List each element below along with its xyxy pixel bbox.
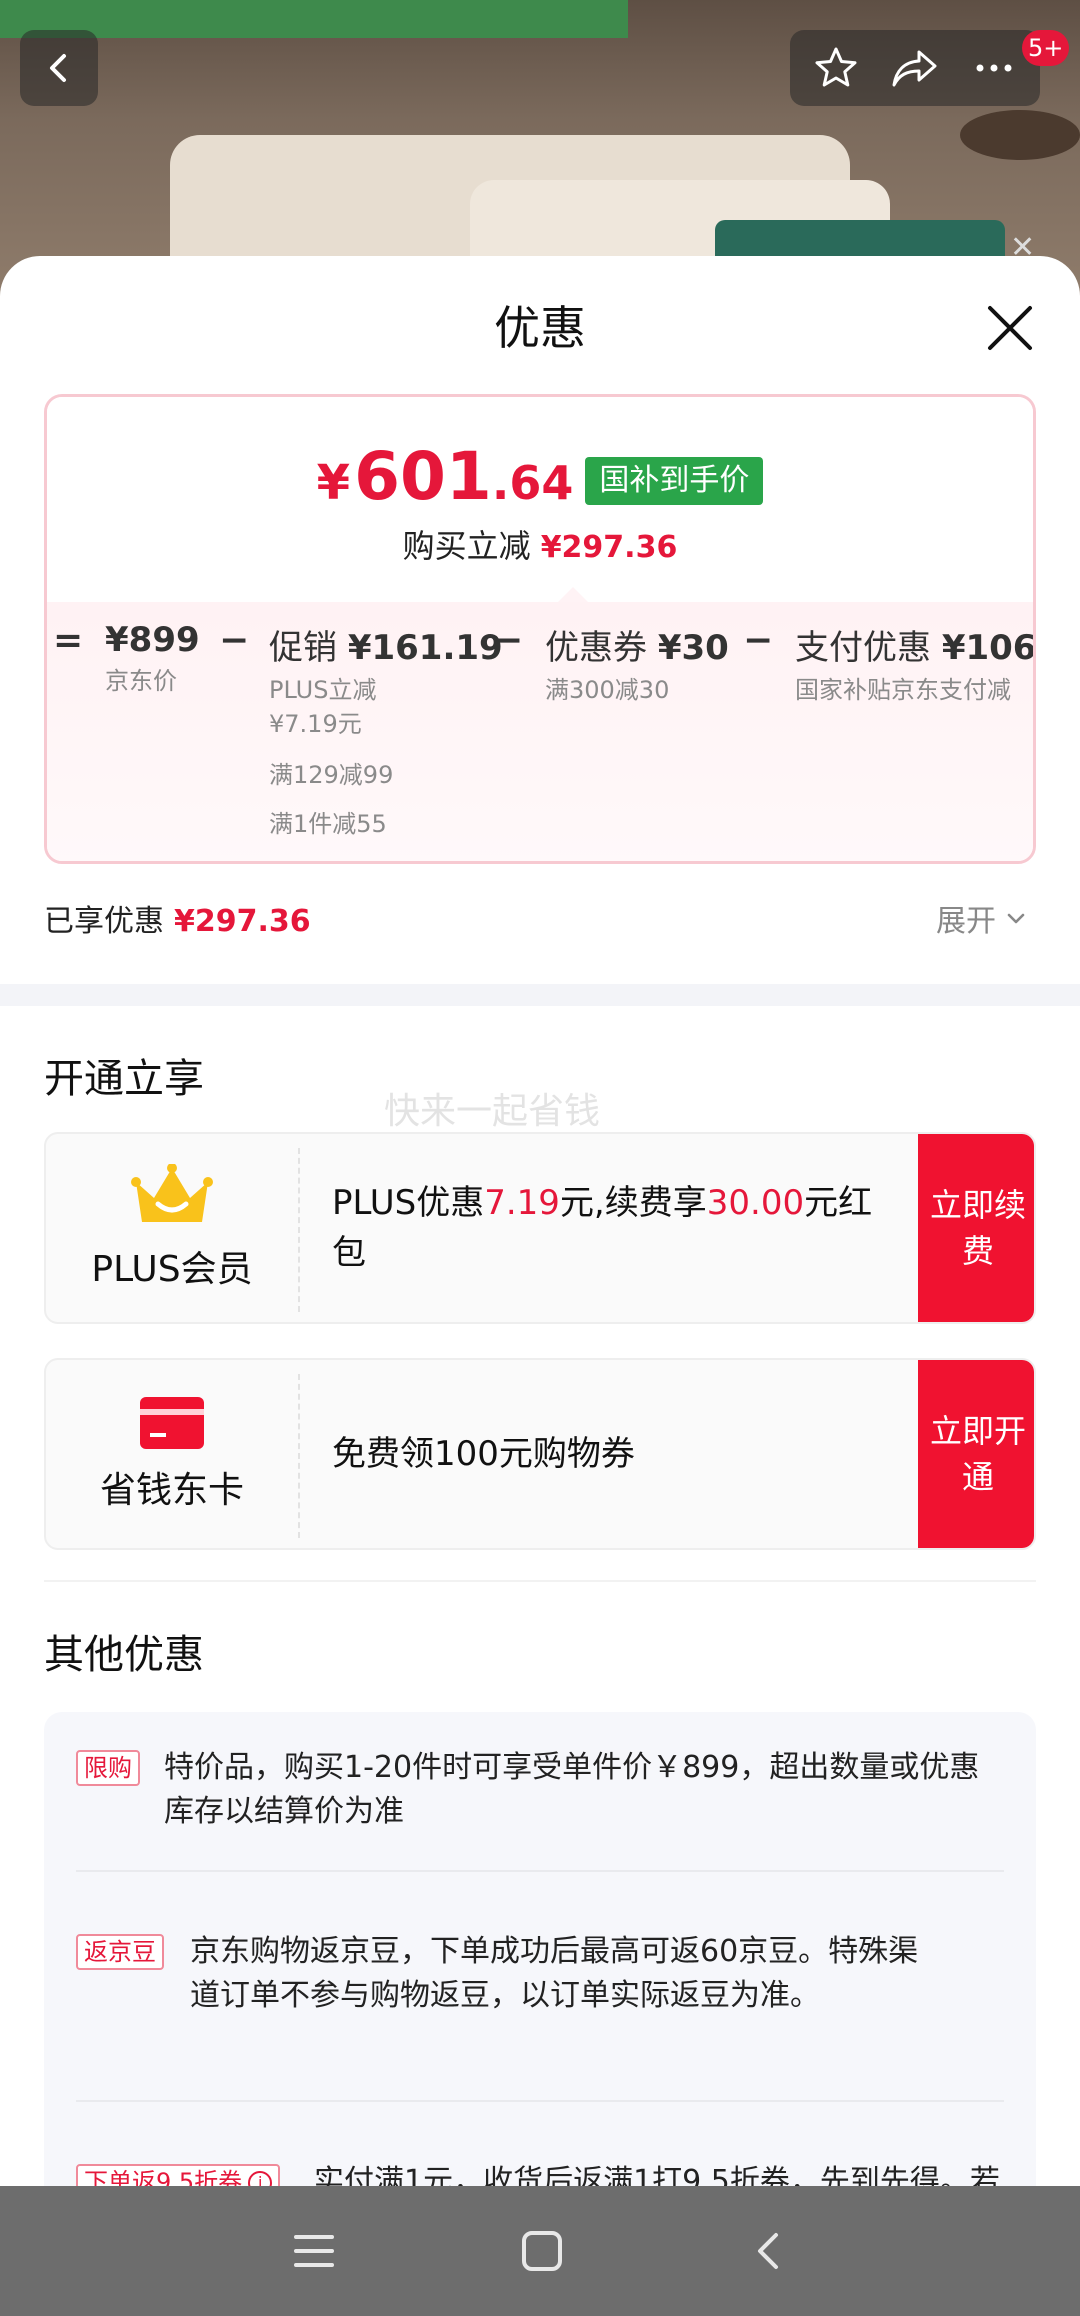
back-nav-icon[interactable] xyxy=(748,2229,788,2273)
plus-member-label: PLUS会员 xyxy=(91,1249,253,1290)
price-integer: 601 xyxy=(354,438,492,515)
list-divider xyxy=(76,2100,1004,2102)
breakdown-note: ¥7.19元 xyxy=(269,710,362,738)
pointer-arrow xyxy=(557,587,589,603)
watermark: 快来一起省钱 xyxy=(384,1091,601,1132)
limit-tag: 限购 xyxy=(76,1750,140,1786)
section-divider xyxy=(0,984,1080,1006)
operator-equals: = xyxy=(53,620,84,661)
plus-member-badge: PLUS会员 xyxy=(46,1134,298,1322)
price-breakdown: = ¥899 京东价 − 促销 ¥161.19 PLUS立减 ¥7.19元 满1… xyxy=(47,602,1036,861)
coupon-tag[interactable]: 下单返9.5折券 i xyxy=(76,2164,281,2186)
sheet-title: 优惠 xyxy=(494,301,586,355)
renew-button[interactable]: 立即续费 xyxy=(918,1134,1034,1322)
plus-desc-amount: 30.00 xyxy=(706,1183,805,1223)
breakdown-note: 满300减30 xyxy=(545,676,670,704)
breakdown-jd-price: ¥899 京东价 xyxy=(105,620,200,698)
message-badge: 5+ xyxy=(1022,30,1070,66)
top-actions xyxy=(790,30,1040,106)
plus-desc-text: 元,续费享 xyxy=(559,1183,707,1223)
breakdown-note: 京东价 xyxy=(105,667,177,695)
list-item: 返京豆 京东购物返京豆，下单成功后最高可返60京豆。特殊渠道订单不参与购物返豆，… xyxy=(76,1934,1004,2013)
crown-icon xyxy=(131,1164,213,1222)
price-summary: ¥ 601 .64 国补到手价 购买立减 ¥297.36 xyxy=(47,397,1033,597)
list-item-text: 特价品，购买1-20件时可享受单件价￥899，超出数量或优惠库存以结算价为准 xyxy=(164,1750,980,1829)
expand-label: 展开 xyxy=(936,904,996,939)
section-divider-thin xyxy=(44,1580,1036,1582)
final-price: ¥ 601 .64 国补到手价 xyxy=(47,441,1033,513)
chevron-left-icon xyxy=(50,54,66,82)
star-icon[interactable] xyxy=(812,44,860,92)
plus-member-desc: PLUS优惠7.19元,续费享30.00元红包 xyxy=(332,1134,892,1322)
list-item-text: 京东购物返京豆，下单成功后最高可返60京豆。特殊渠道订单不参与购物返豆，以订单实… xyxy=(190,1934,919,2013)
home-icon[interactable] xyxy=(520,2229,564,2273)
breakdown-extra: 满129减99 xyxy=(269,761,394,789)
back-button[interactable] xyxy=(20,30,98,106)
saver-card-badge: 省钱东卡 xyxy=(46,1360,298,1548)
enjoyed-discount: 已享优惠 ¥297.36 xyxy=(44,896,311,940)
enjoyed-value: ¥297.36 xyxy=(174,904,311,939)
price-decimal: .64 xyxy=(491,456,574,510)
chevron-down-icon xyxy=(1007,913,1025,924)
enjoyed-label: 已享优惠 xyxy=(44,904,164,939)
operator-minus: − xyxy=(743,620,774,661)
coupon-tag-label: 下单返9.5折券 xyxy=(84,2168,243,2186)
operator-minus: − xyxy=(219,620,250,661)
operator-minus: − xyxy=(493,620,524,661)
currency-symbol: ¥ xyxy=(316,455,351,511)
lamp-image xyxy=(960,110,1080,160)
open-section-title: 开通立享 xyxy=(44,1056,204,1102)
breakdown-payment: 支付优惠 ¥106.1 国家补贴京东支付减 xyxy=(795,620,1036,707)
other-discounts-list: 限购 特价品，购买1-20件时可享受单件价￥899，超出数量或优惠库存以结算价为… xyxy=(44,1712,1036,2186)
card-divider xyxy=(298,1148,300,1312)
breakdown-label: 优惠券 xyxy=(545,628,647,668)
expand-button[interactable]: 展开 xyxy=(936,896,1030,940)
card-divider xyxy=(298,1374,300,1538)
breakdown-value: ¥30 xyxy=(657,628,729,668)
breakdown-label: 促销 xyxy=(269,628,337,668)
breakdown-note: 国家补贴京东支付减 xyxy=(795,676,1011,704)
instant-reduction: 购买立减 ¥297.36 xyxy=(47,521,1033,567)
breakdown-value: ¥106.1 xyxy=(941,628,1036,668)
discount-sheet: 优惠 ¥ 601 .64 国补到手价 购买立减 ¥297.36 = ¥899 京东… xyxy=(0,256,1080,2186)
instant-reduction-value: ¥297.36 xyxy=(540,530,678,565)
list-item: 限购 特价品，购买1-20件时可享受单件价￥899，超出数量或优惠库存以结算价为… xyxy=(76,1750,1004,1829)
breakdown-promotion: 促销 ¥161.19 PLUS立减 ¥7.19元 满129减99 满1件减55 xyxy=(269,620,503,839)
breakdown-note: PLUS立减 xyxy=(269,676,377,704)
list-divider xyxy=(76,1870,1004,1872)
close-icon[interactable] xyxy=(980,298,1040,358)
saver-card-desc: 免费领100元购物券 xyxy=(332,1434,635,1474)
activate-button[interactable]: 立即开通 xyxy=(918,1360,1034,1548)
promo-banner xyxy=(0,0,628,38)
info-icon[interactable]: i xyxy=(248,2171,273,2186)
breakdown-extra: 满1件减55 xyxy=(269,810,387,838)
plus-member-card[interactable]: PLUS会员 PLUS优惠7.19元,续费享30.00元红包 立即续费 xyxy=(44,1132,1036,1324)
subsidy-price-tag: 国补到手价 xyxy=(585,457,764,505)
plus-desc-amount: 7.19 xyxy=(484,1183,560,1223)
breakdown-coupon: 优惠券 ¥30 满300减30 xyxy=(545,620,729,707)
share-icon[interactable] xyxy=(889,44,941,92)
card-icon xyxy=(140,1397,204,1449)
system-nav-bar xyxy=(0,2186,1080,2316)
list-item-text: 实付满1元，收货后返满1打9.5折券，先到先得。若点击跳转后的页面展示券面额则为… xyxy=(314,2164,1000,2186)
more-icon[interactable] xyxy=(970,44,1018,92)
instant-reduction-label: 购买立减 xyxy=(402,527,531,565)
saver-card-label: 省钱东卡 xyxy=(99,1470,244,1511)
other-section-title: 其他优惠 xyxy=(44,1632,204,1678)
jingdou-tag: 返京豆 xyxy=(76,1934,164,1970)
plus-desc-text: PLUS优惠 xyxy=(332,1183,485,1223)
saver-card[interactable]: 省钱东卡 免费领100元购物券 立即开通 xyxy=(44,1358,1036,1550)
menu-icon[interactable] xyxy=(292,2231,336,2271)
breakdown-value: ¥899 xyxy=(105,620,200,660)
breakdown-value: ¥161.19 xyxy=(347,628,503,668)
list-item: 下单返9.5折券 i 实付满1元，收货后返满1打9.5折券，先到先得。若点击跳转后… xyxy=(76,2164,1004,2186)
breakdown-label: 支付优惠 xyxy=(795,628,931,668)
price-card: ¥ 601 .64 国补到手价 购买立减 ¥297.36 = ¥899 京东价 −… xyxy=(44,394,1036,864)
